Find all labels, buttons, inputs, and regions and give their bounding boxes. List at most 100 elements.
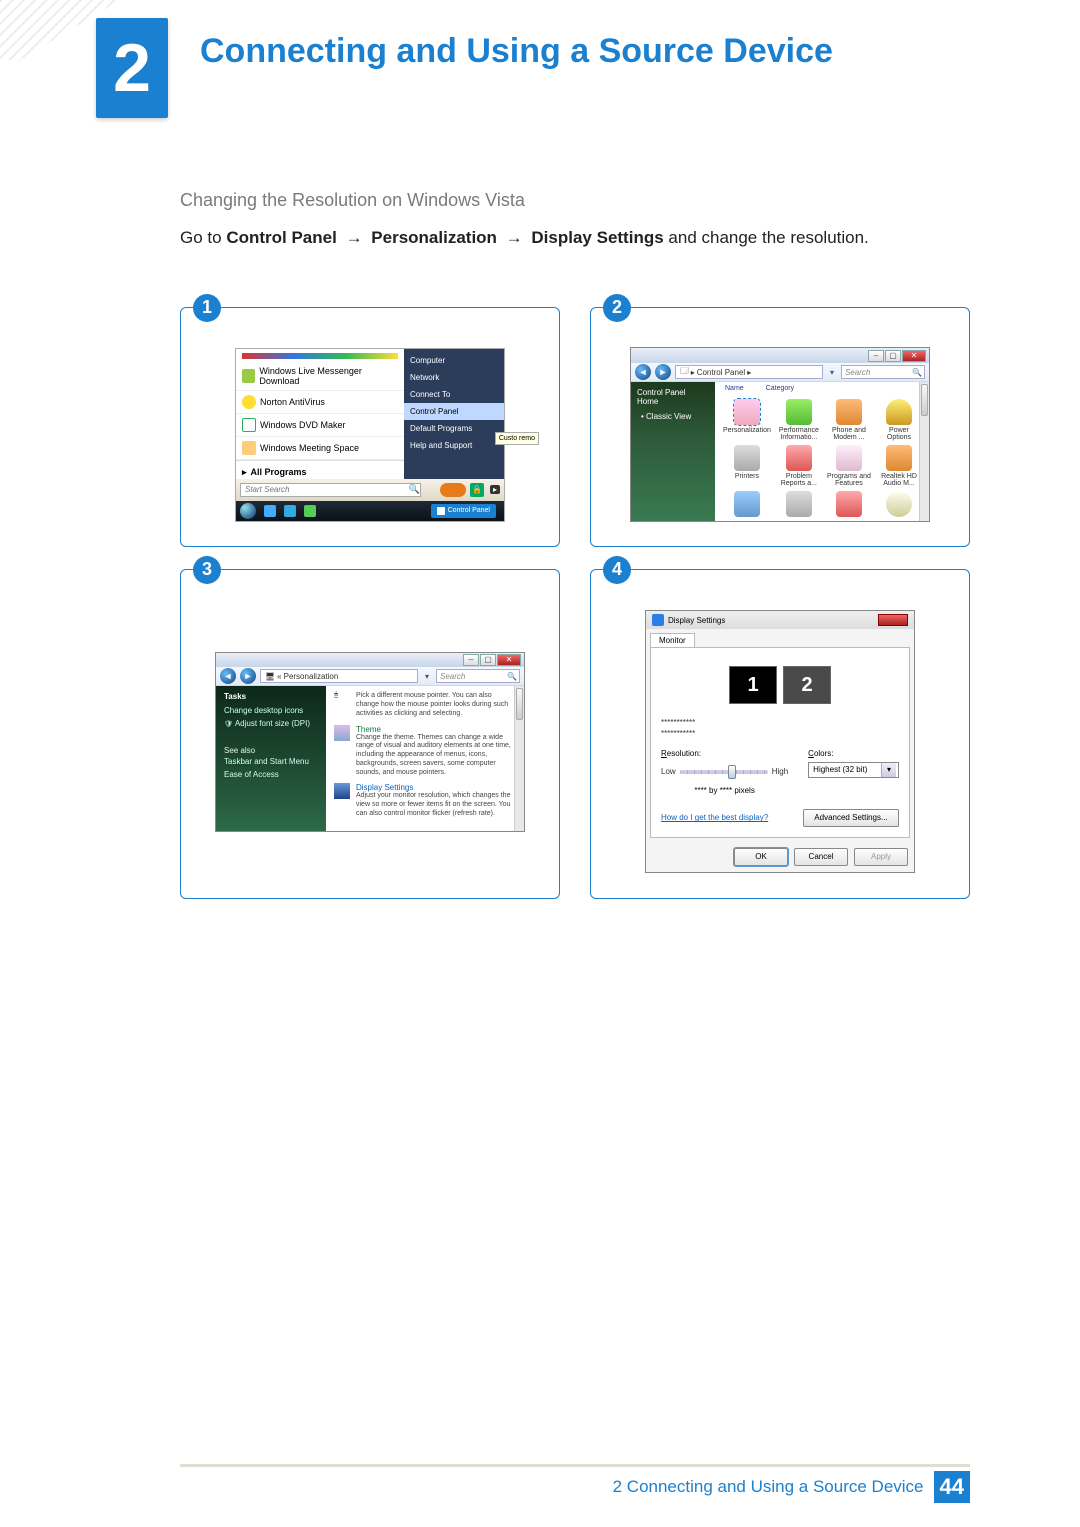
breadcrumb[interactable]: 🗔 ▸ Control Panel ▸ [675,365,823,379]
slider-low-label: Low [661,767,676,776]
start-item[interactable]: Windows Live Messenger Download [236,362,404,391]
start-right-item-control-panel[interactable]: Control Panel [404,403,504,420]
monitor-thumb-2[interactable]: 2 [783,666,831,704]
personalization-icon [734,399,760,425]
shutdown-options-arrow[interactable]: ▸ [490,485,500,494]
search-input[interactable]: Search [436,669,520,683]
address-dropdown[interactable]: ▾ [422,672,432,681]
chapter-number-badge: 2 [96,18,168,118]
back-button[interactable]: ◄ [635,364,651,380]
cp-item-label: Personalization [723,427,771,434]
start-item[interactable]: Norton AntiVirus [236,391,404,414]
maximize-button[interactable]: ▢ [885,350,901,362]
app-icon [242,369,255,383]
masked-text: *********** *********** [661,718,899,739]
lock-button[interactable]: 🔒 [470,483,484,497]
cp-icon [786,491,812,517]
cp-item[interactable] [723,491,771,517]
cp-item[interactable]: Realtek HD Audio M... [877,445,921,487]
breadcrumb[interactable]: 🖥 « Personalization [260,669,418,683]
window-titlebar: – ▢ ✕ [631,348,929,363]
path-personalization: Personalization [371,228,497,247]
forward-button[interactable]: ► [655,364,671,380]
sidebar-seealso-link[interactable]: Ease of Access [224,768,318,781]
personalization-main: 🖱 Pick a different mouse pointer. You ca… [326,686,524,830]
cp-item-label: Performance Informatio... [777,427,821,441]
cp-item-personalization[interactable]: Personalization [723,399,771,441]
app-icon [242,441,256,455]
close-button[interactable]: ✕ [902,350,926,362]
cp-item[interactable]: Phone and Modem ... [827,399,871,441]
start-search-input[interactable] [240,483,421,497]
search-input[interactable]: Search [841,365,925,379]
close-button[interactable]: ✕ [497,654,521,666]
scrollbar[interactable] [514,686,524,830]
cp-item[interactable]: Power Options [877,399,921,441]
minimize-button[interactable]: – [463,654,479,666]
sidebar-classic-view[interactable]: • Classic View [637,410,709,423]
monitor-thumb-1[interactable]: 1 [729,666,777,704]
slider-high-label: High [772,767,788,776]
printers-icon [734,445,760,471]
sidebar-task-link[interactable]: Adjust font size (DPI) [224,717,318,730]
power-icon [886,399,912,425]
start-item[interactable]: Windows Meeting Space [236,437,404,460]
cp-icon [886,491,912,517]
ok-button[interactable]: OK [734,848,788,866]
personalization-entry[interactable]: Theme Change the theme. Themes can chang… [334,725,516,778]
sidebar-task-link[interactable]: Change desktop icons [224,704,318,717]
cp-item[interactable]: Printers [723,445,771,487]
step-1-panel: 1 Windows Live Messenger Download Norton… [180,307,560,547]
slider-thumb[interactable] [728,765,736,779]
performance-icon [786,399,812,425]
close-button[interactable] [878,614,908,626]
mouse-pointer-icon: 🖱 [334,692,350,708]
column-name[interactable]: Name [725,385,744,392]
maximize-button[interactable]: ▢ [480,654,496,666]
start-right-item[interactable]: Help and Support [404,437,504,454]
taskbar-tab-control-panel[interactable]: Control Panel [431,504,496,518]
sidebar-seealso-link[interactable]: Taskbar and Start Menu [224,755,318,768]
masked-line: *********** [661,718,899,728]
taskbar-icon[interactable] [264,505,276,517]
sidebar-home-link[interactable]: Control Panel Home [637,388,709,406]
personalization-entry-display-settings[interactable]: Display Settings Adjust your monitor res… [334,783,516,818]
colors-label: Colors: [808,749,899,758]
back-button[interactable]: ◄ [220,668,236,684]
advanced-settings-button[interactable]: Advanced Settings... [803,809,899,827]
tab-monitor[interactable]: Monitor [650,633,695,647]
column-category[interactable]: Category [766,385,794,392]
cancel-button[interactable]: Cancel [794,848,848,866]
personalization-sidebar: Tasks Change desktop icons Adjust font s… [216,686,326,830]
start-item[interactable]: Windows DVD Maker [236,414,404,437]
taskbar-icon[interactable] [284,505,296,517]
taskbar: Control Panel [236,501,504,521]
intro-post: and change the resolution. [668,228,868,247]
colors-dropdown[interactable]: Highest (32 bit) [808,762,899,778]
forward-button[interactable]: ► [240,668,256,684]
cp-item[interactable] [777,491,821,517]
start-orb-icon[interactable] [240,503,256,519]
start-right-item[interactable]: Connect To [404,386,504,403]
entry-title: Display Settings [356,783,516,792]
help-link[interactable]: How do I get the best display? [661,813,768,822]
cp-item[interactable] [827,491,871,517]
taskbar-icon[interactable] [304,505,316,517]
start-right-item[interactable]: Network [404,369,504,386]
step-3-panel: 3 – ▢ ✕ ◄ ► 🖥 « Personalization ▾ Search… [180,569,560,899]
power-button[interactable] [440,483,466,497]
app-icon [242,418,256,432]
resolution-slider[interactable]: Low High [661,762,788,782]
scrollbar[interactable] [919,382,929,521]
personalization-entry[interactable]: 🖱 Pick a different mouse pointer. You ca… [334,692,516,718]
start-right-item[interactable]: Default Programs [404,420,504,437]
cp-item[interactable]: Problem Reports a... [777,445,821,487]
apply-button[interactable]: Apply [854,848,908,866]
list-header: Name Category [715,382,929,395]
cp-item[interactable]: Performance Informatio... [777,399,821,441]
minimize-button[interactable]: – [868,350,884,362]
cp-item[interactable] [877,491,921,517]
start-right-item[interactable]: Computer [404,352,504,369]
cp-item[interactable]: Programs and Features [827,445,871,487]
address-dropdown[interactable]: ▾ [827,368,837,377]
